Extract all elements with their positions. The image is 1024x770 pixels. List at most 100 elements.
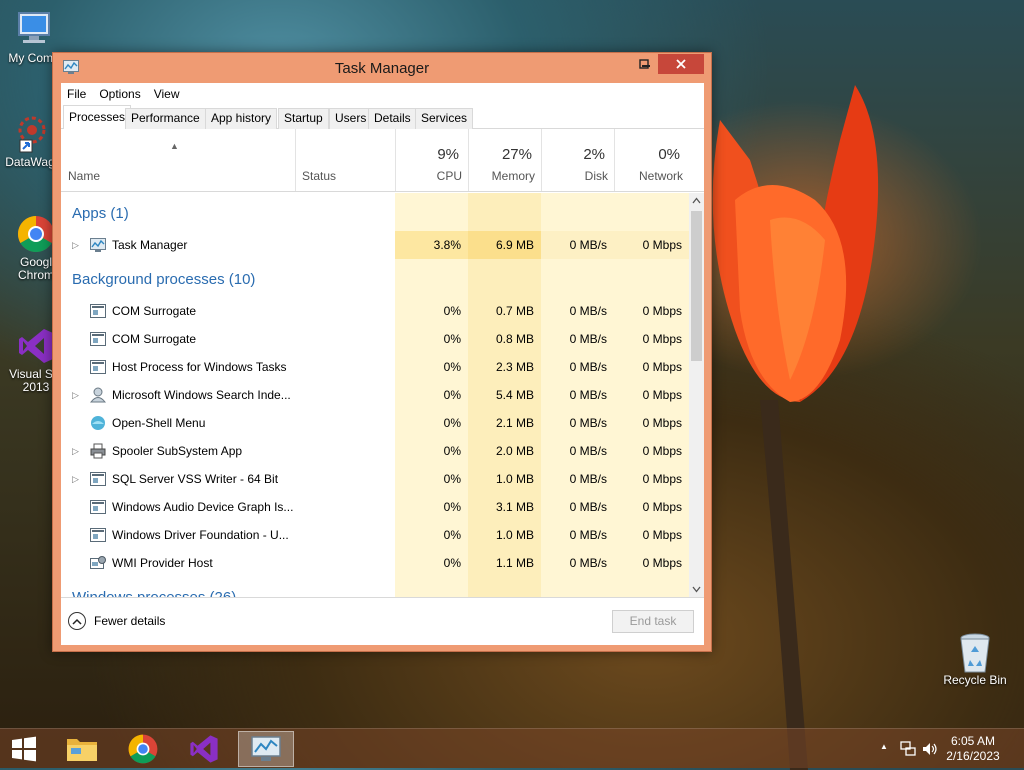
column-header-memory[interactable]: 27% Memory bbox=[468, 129, 541, 191]
window-process-icon bbox=[90, 499, 106, 515]
column-header-name[interactable]: Name bbox=[68, 169, 100, 183]
window-process-icon bbox=[90, 303, 106, 319]
process-name: WMI Provider Host bbox=[112, 556, 213, 570]
window-client-area: File Options View Processes Performance … bbox=[61, 83, 704, 645]
table-row[interactable]: ▷ Spooler SubSystem App 0% 2.0 MB 0 MB/s… bbox=[61, 437, 689, 465]
column-header-network[interactable]: 0% Network bbox=[614, 129, 689, 191]
menu-file[interactable]: File bbox=[67, 87, 86, 101]
table-row[interactable]: ▷ Task Manager 3.8% 6.9 MB 0 MB/s 0 Mbps bbox=[61, 231, 689, 259]
scroll-up-icon[interactable] bbox=[692, 197, 701, 204]
process-table: ▲ Name Status 9% CPU 27% Memory 2% Disk bbox=[61, 129, 704, 597]
group-heading-background: Background processes (10) bbox=[72, 271, 256, 288]
show-hidden-icons-chevron-up-icon[interactable]: ▲ bbox=[880, 742, 888, 751]
memory-label: Memory bbox=[491, 169, 535, 183]
network-value: 0 Mbps bbox=[642, 360, 682, 374]
process-name: SQL Server VSS Writer - 64 Bit bbox=[112, 472, 279, 486]
column-header-status[interactable]: Status bbox=[302, 169, 336, 183]
tab-processes[interactable]: Processes bbox=[63, 105, 132, 130]
tab-strip: Processes Performance App history Startu… bbox=[61, 105, 704, 130]
table-row[interactable]: Host Process for Windows Tasks 0% 2.3 MB… bbox=[61, 353, 689, 381]
folder-icon bbox=[67, 739, 97, 761]
table-row[interactable]: ▷ Microsoft Windows Search Inde... 0% 5.… bbox=[61, 381, 689, 409]
window-process-icon bbox=[90, 331, 106, 347]
cpu-value: 0% bbox=[443, 332, 461, 346]
vertical-scrollbar[interactable] bbox=[689, 193, 704, 597]
network-icon[interactable] bbox=[900, 741, 916, 757]
taskbar-clock[interactable]: 6:05 AM 2/16/2023 bbox=[942, 734, 1004, 764]
chrome-icon bbox=[128, 734, 158, 764]
expand-arrow-icon[interactable]: ▷ bbox=[72, 465, 79, 493]
cpu-total-percent: 9% bbox=[437, 146, 459, 163]
window-footer: Fewer details End task bbox=[61, 597, 704, 645]
table-row[interactable]: WMI Provider Host 0% 1.1 MB 0 MB/s 0 Mbp… bbox=[61, 549, 689, 577]
network-value: 0 Mbps bbox=[642, 238, 682, 252]
column-header-disk[interactable]: 2% Disk bbox=[541, 129, 614, 191]
volume-icon[interactable] bbox=[922, 741, 938, 757]
window-process-icon bbox=[90, 527, 106, 543]
disk-value: 0 MB/s bbox=[569, 388, 607, 402]
maximize-icon bbox=[639, 59, 649, 69]
column-header-cpu[interactable]: 9% CPU bbox=[395, 129, 468, 191]
cpu-value: 0% bbox=[443, 556, 461, 570]
table-row[interactable]: COM Surrogate 0% 0.7 MB 0 MB/s 0 Mbps bbox=[61, 297, 689, 325]
process-name: Windows Audio Device Graph Is... bbox=[112, 500, 294, 514]
memory-total-percent: 27% bbox=[501, 146, 532, 163]
process-name: Open-Shell Menu bbox=[112, 416, 206, 430]
expand-arrow-icon[interactable]: ▷ bbox=[72, 437, 79, 465]
taskbar-chrome[interactable] bbox=[115, 731, 171, 767]
table-row[interactable]: ▷ SQL Server VSS Writer - 64 Bit 0% 1.0 … bbox=[61, 465, 689, 493]
tab-startup[interactable]: Startup bbox=[278, 108, 329, 129]
open-shell-icon bbox=[90, 415, 106, 431]
taskbar-file-explorer[interactable] bbox=[54, 731, 110, 767]
disk-value: 0 MB/s bbox=[569, 332, 607, 346]
tab-performance[interactable]: Performance bbox=[125, 108, 206, 129]
table-row[interactable]: COM Surrogate 0% 0.8 MB 0 MB/s 0 Mbps bbox=[61, 325, 689, 353]
close-icon bbox=[676, 59, 686, 69]
tab-details[interactable]: Details bbox=[368, 108, 417, 129]
close-button[interactable] bbox=[658, 54, 704, 74]
network-value: 0 Mbps bbox=[642, 528, 682, 542]
tab-users[interactable]: Users bbox=[329, 108, 373, 129]
tab-services[interactable]: Services bbox=[415, 108, 474, 129]
table-row[interactable]: Windows Audio Device Graph Is... 0% 3.1 … bbox=[61, 493, 689, 521]
expand-arrow-icon[interactable]: ▷ bbox=[72, 381, 79, 409]
process-name: Task Manager bbox=[112, 238, 188, 252]
network-value: 0 Mbps bbox=[642, 388, 682, 402]
table-row[interactable]: Windows Driver Foundation - U... 0% 1.0 … bbox=[61, 521, 689, 549]
memory-value: 0.7 MB bbox=[495, 304, 534, 318]
cpu-value: 0% bbox=[443, 444, 461, 458]
disk-label: Disk bbox=[584, 169, 608, 183]
end-task-button[interactable]: End task bbox=[612, 610, 694, 633]
sort-arrow-up-icon: ▲ bbox=[170, 141, 179, 151]
fewer-details-label: Fewer details bbox=[94, 614, 166, 628]
process-name: Spooler SubSystem App bbox=[112, 444, 243, 458]
memory-value: 0.8 MB bbox=[495, 332, 534, 346]
cpu-value: 3.8% bbox=[433, 238, 461, 252]
search-indexer-icon bbox=[89, 387, 107, 403]
memory-value: 3.1 MB bbox=[495, 500, 534, 514]
tab-app-history[interactable]: App history bbox=[205, 108, 278, 129]
taskbar-task-manager[interactable] bbox=[238, 731, 294, 767]
desktop-icon-recycle-bin[interactable]: Recycle Bin bbox=[940, 632, 1010, 687]
maximize-button[interactable] bbox=[631, 54, 657, 74]
taskbar: ▲ 6:05 AM 2/16/2023 bbox=[0, 728, 1024, 768]
visual-studio-icon bbox=[16, 326, 56, 366]
title-bar[interactable]: Task Manager bbox=[53, 53, 711, 83]
scrollbar-thumb[interactable] bbox=[691, 211, 702, 361]
memory-value: 2.1 MB bbox=[495, 416, 534, 430]
start-button[interactable] bbox=[0, 731, 48, 767]
memory-value: 1.0 MB bbox=[495, 528, 534, 542]
disk-value: 0 MB/s bbox=[569, 360, 607, 374]
menu-options[interactable]: Options bbox=[99, 87, 140, 101]
menu-view[interactable]: View bbox=[154, 87, 180, 101]
disk-value: 0 MB/s bbox=[569, 528, 607, 542]
taskbar-visual-studio[interactable] bbox=[176, 731, 232, 767]
scroll-down-icon[interactable] bbox=[692, 586, 701, 593]
group-heading-apps: Apps (1) bbox=[72, 205, 129, 222]
disk-value: 0 MB/s bbox=[569, 238, 607, 252]
disk-total-percent: 2% bbox=[583, 146, 605, 163]
table-row[interactable]: Open-Shell Menu 0% 2.1 MB 0 MB/s 0 Mbps bbox=[61, 409, 689, 437]
fewer-details-button[interactable]: Fewer details bbox=[68, 612, 165, 630]
disk-value: 0 MB/s bbox=[569, 500, 607, 514]
expand-arrow-icon[interactable]: ▷ bbox=[72, 231, 79, 259]
